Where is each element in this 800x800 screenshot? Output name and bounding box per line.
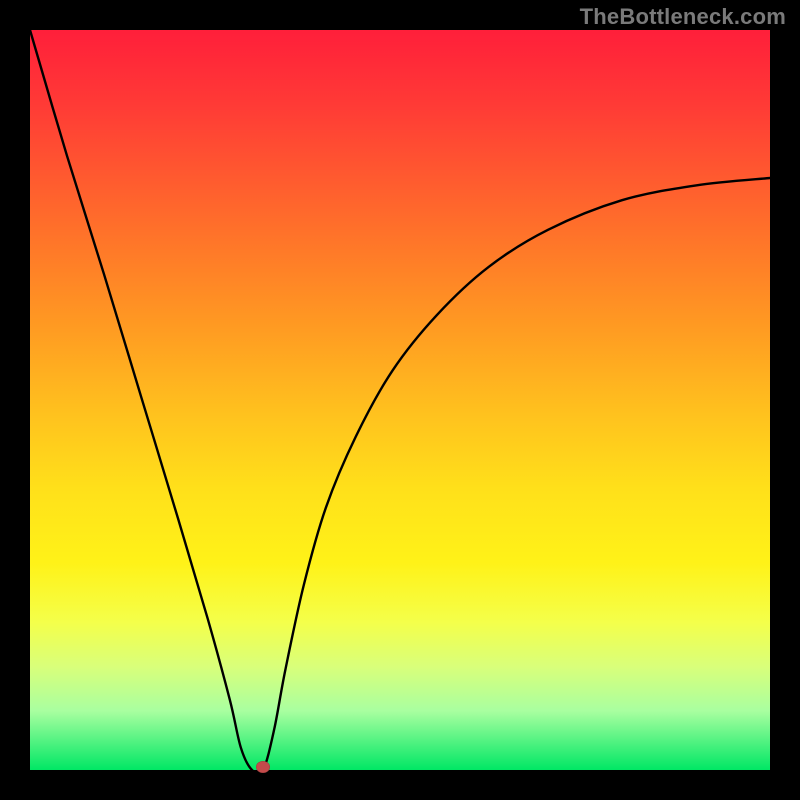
bottleneck-curve <box>30 30 770 770</box>
chart-frame: TheBottleneck.com <box>0 0 800 800</box>
minimum-marker-dot <box>256 761 270 773</box>
plot-area <box>30 30 770 770</box>
watermark-text: TheBottleneck.com <box>580 4 786 30</box>
